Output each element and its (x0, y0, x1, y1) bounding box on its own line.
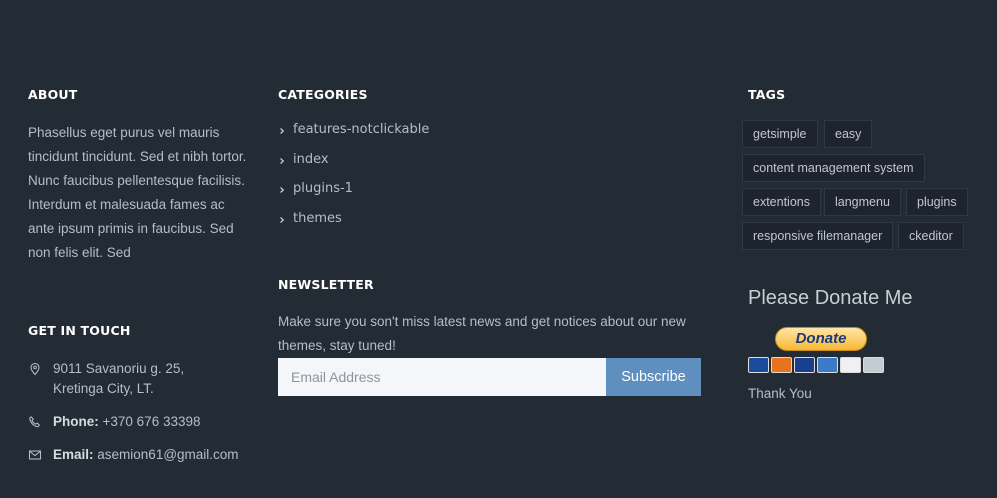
address-line-1: 9011 Savanoriu g. 25, (53, 361, 185, 376)
payment-cards (748, 357, 884, 373)
category-item[interactable]: features-notclickable (278, 122, 429, 152)
donate-button[interactable]: Donate (775, 327, 867, 351)
category-label[interactable]: index (293, 152, 329, 167)
subscribe-button[interactable]: Subscribe (606, 358, 701, 396)
envelope-icon (28, 448, 42, 462)
tag-item[interactable]: content management system (742, 154, 925, 182)
about-heading: ABOUT (28, 87, 78, 102)
category-item[interactable]: index (278, 152, 429, 182)
tag-item[interactable]: easy (824, 120, 873, 148)
tag-item[interactable]: plugins (906, 188, 968, 216)
visa-card-icon (794, 357, 815, 373)
maestro-card-icon (748, 357, 769, 373)
phone-value[interactable]: +370 676 33398 (103, 414, 201, 429)
newsletter-form: Subscribe (278, 358, 701, 396)
bank-card-icon (863, 357, 884, 373)
chevron-right-icon (280, 157, 285, 164)
category-label[interactable]: themes (293, 211, 342, 226)
category-label[interactable]: features-notclickable (293, 122, 429, 137)
chevron-right-icon (280, 187, 285, 193)
phone-icon (28, 415, 42, 429)
category-label[interactable]: plugins-1 (293, 181, 353, 196)
email-address-input[interactable] (278, 358, 606, 396)
newsletter-text: Make sure you son't miss latest news and… (278, 314, 686, 353)
tag-item[interactable]: getsimple (742, 120, 818, 148)
discover-card-icon (840, 357, 861, 373)
tag-item[interactable]: langmenu (824, 188, 901, 216)
map-pin-icon (28, 362, 42, 376)
about-text: Phasellus eget purus vel mauris tincidun… (28, 125, 247, 260)
tag-item[interactable]: ckeditor (898, 222, 964, 250)
contact-heading: GET IN TOUCH (28, 323, 131, 338)
address-line-2: Kretinga City, LT. (53, 381, 154, 396)
email-value[interactable]: asemion61@gmail.com (97, 447, 238, 462)
chevron-right-icon (280, 128, 285, 134)
categories-heading: CATEGORIES (278, 87, 368, 102)
newsletter-heading: NEWSLETTER (278, 277, 374, 292)
tag-item[interactable]: extentions (742, 188, 821, 216)
email-label: Email: (53, 447, 94, 462)
category-item[interactable]: plugins-1 (278, 181, 429, 211)
donate-title: Please Donate Me (748, 287, 913, 309)
chevron-right-icon (280, 216, 285, 223)
donate-thanks: Thank You (748, 386, 812, 401)
tags-heading: TAGS (748, 87, 786, 102)
category-list: features-notclickable index plugins-1 th… (278, 122, 429, 240)
amex-card-icon (817, 357, 838, 373)
tag-item[interactable]: responsive filemanager (742, 222, 894, 250)
category-item[interactable]: themes (278, 211, 429, 241)
phone-label: Phone: (53, 414, 99, 429)
mastercard-icon (771, 357, 792, 373)
